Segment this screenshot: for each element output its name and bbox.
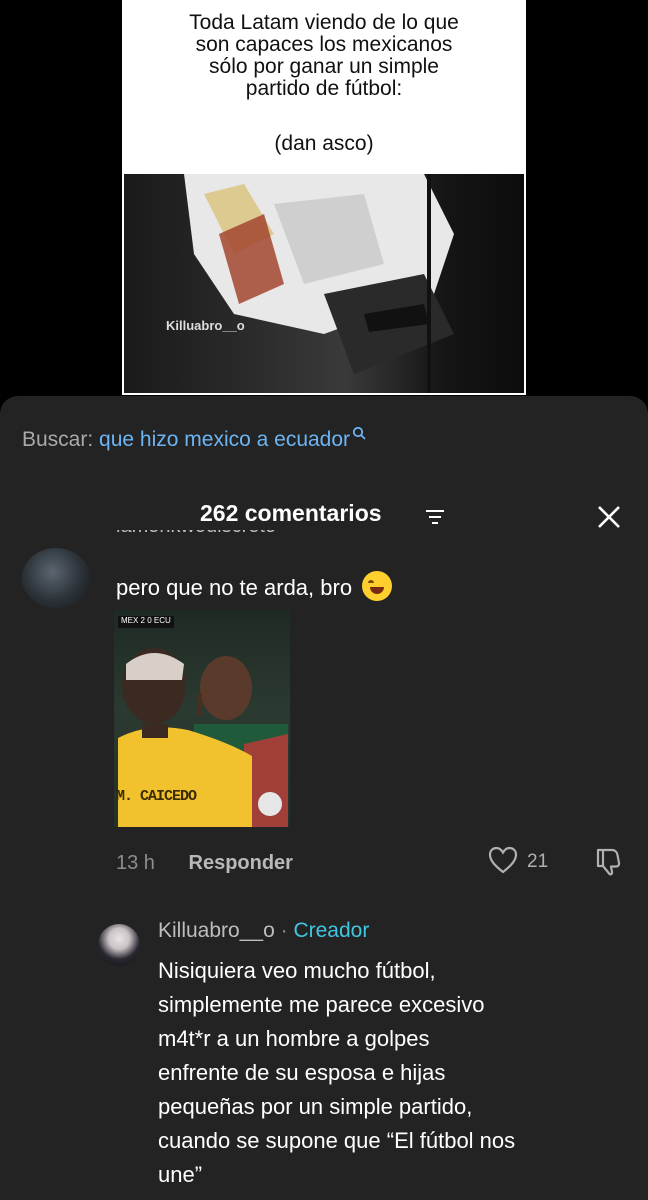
like-count: 21: [527, 851, 549, 872]
video-area[interactable]: Toda Latam viendo de lo que son capaces …: [0, 0, 648, 400]
watermark-text: Killuabro__o: [166, 318, 245, 333]
partial-username[interactable]: lamonkwodiscreto: [116, 530, 326, 548]
reply-username[interactable]: Killuabro__o: [158, 919, 275, 942]
comments-header: 262 comentarios: [0, 496, 648, 532]
avatar[interactable]: [22, 548, 90, 608]
jersey-name: M. CAICEDO: [116, 788, 197, 805]
comments-sheet: Buscar: que hizo mexico a ecuador 262 co…: [0, 396, 648, 1200]
meme-card: Toda Latam viendo de lo que son capaces …: [122, 0, 526, 395]
comment-time: 13 h: [116, 852, 155, 874]
search-label: Buscar:: [22, 428, 94, 451]
creator-avatar[interactable]: [98, 924, 140, 966]
anime-frame-image: Killuabro__o: [124, 174, 524, 393]
comment-meta: 13 h Responder: [116, 852, 293, 875]
search-icon[interactable]: [352, 426, 366, 440]
scoreboard: MEX 2 0 ECU: [118, 616, 174, 628]
meme-caption: Toda Latam viendo de lo que son capaces …: [189, 11, 459, 100]
thumbs-down-icon[interactable]: [594, 846, 624, 876]
heart-icon[interactable]: [488, 846, 518, 874]
comment-image[interactable]: MEX 2 0 ECU M. CAICEDO: [114, 610, 290, 827]
filter-lines-icon[interactable]: [424, 508, 446, 526]
reply-text: Nisiquiera veo mucho fútbol, simplemente…: [158, 958, 516, 1187]
separator-dot: ·: [280, 919, 288, 942]
creator-badge: Creador: [293, 919, 370, 942]
close-icon[interactable]: [594, 502, 624, 532]
meme-subcaption: (dan asco): [274, 132, 374, 155]
reply-button[interactable]: Responder: [189, 852, 293, 874]
comment-count: 262 comentarios: [200, 500, 382, 526]
search-suggestion[interactable]: Buscar: que hizo mexico a ecuador: [22, 426, 366, 452]
reply-header: Killuabro__o · Creador: [158, 919, 369, 943]
comment-text: pero que no te arda, bro: [116, 571, 393, 601]
search-query-link[interactable]: que hizo mexico a ecuador: [99, 428, 350, 451]
laughing-tears-emoji: [362, 571, 393, 601]
anime-hair-illustration: [184, 174, 454, 393]
